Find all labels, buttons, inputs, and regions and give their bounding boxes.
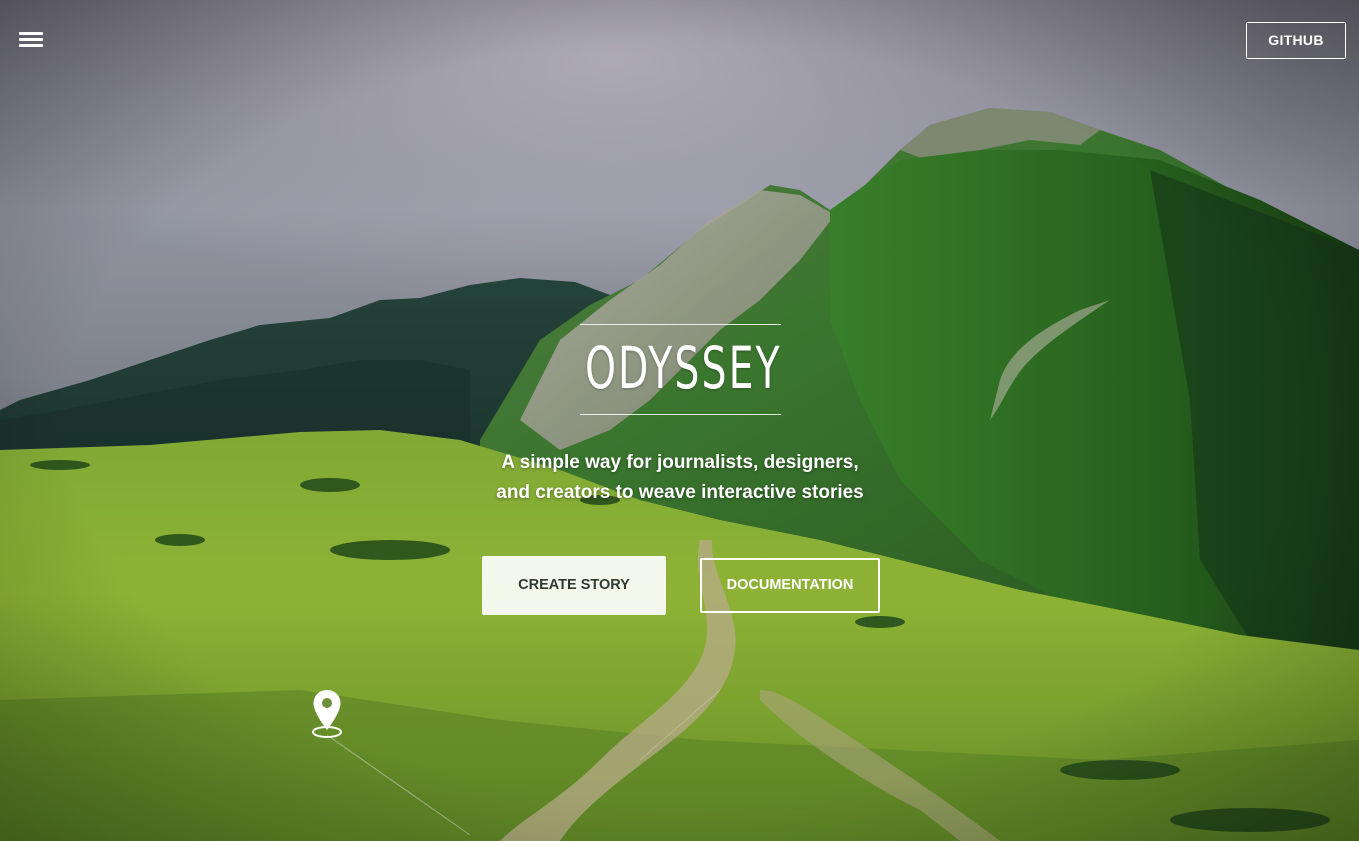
menu-line [19, 32, 43, 35]
menu-line [19, 44, 43, 47]
hero-section: GITHUB ODYSSEY A simple way for journali… [0, 0, 1359, 841]
documentation-button[interactable]: DOCUMENTATION [700, 558, 880, 613]
hamburger-menu-icon[interactable] [18, 30, 46, 50]
menu-line [19, 38, 43, 41]
title-bottom-divider [580, 414, 781, 415]
hero-subtitle: A simple way for journalists, designers,… [430, 448, 930, 508]
github-button[interactable]: GITHUB [1246, 22, 1346, 59]
title-top-divider [580, 324, 781, 325]
subtitle-line-2: and creators to weave interactive storie… [496, 482, 864, 503]
subtitle-line-1: A simple way for journalists, designers, [501, 452, 859, 473]
image-overlay [0, 0, 1359, 841]
page-title: ODYSSEY [584, 334, 782, 402]
map-pin-icon [312, 690, 342, 738]
create-story-button[interactable]: CREATE STORY [482, 556, 666, 615]
